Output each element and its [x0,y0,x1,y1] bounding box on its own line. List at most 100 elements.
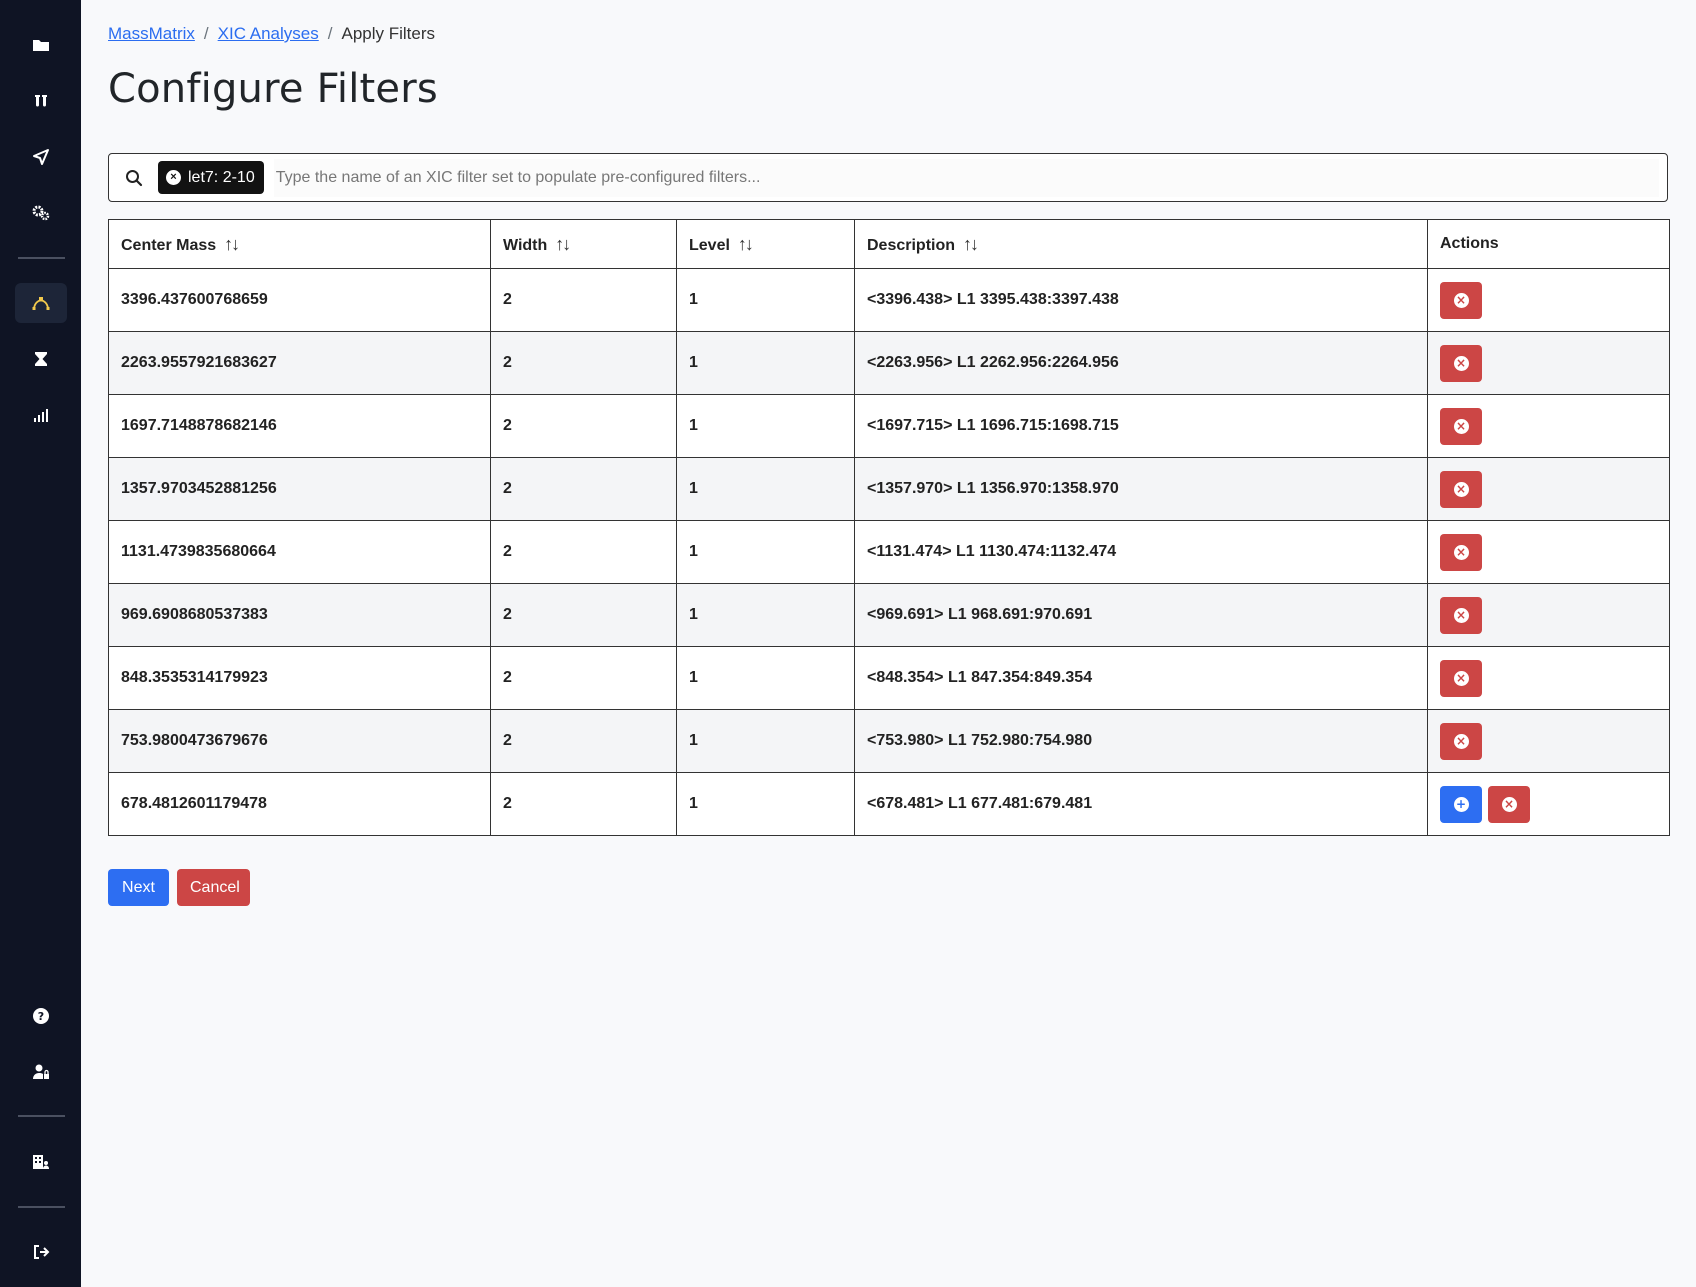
table-header-row: Center Mass ↑↓ Width ↑↓ Level ↑↓ Descriptio… [108,219,1670,269]
cell-level: 1 [676,772,855,836]
cell-actions: × [1427,268,1670,332]
chip-label: let7: 2-10 [188,168,255,186]
next-button[interactable]: Next [108,869,169,906]
filter-set-search[interactable]: × let7: 2-10 [108,153,1668,202]
cell-width: 2 [490,394,677,458]
cell-center-mass: 3396.437600768659 [108,268,491,332]
remove-filter-button[interactable]: × [1440,659,1482,697]
x-circle-icon: × [1453,355,1469,371]
cell-description: <1131.474> L1 1130.474:1132.474 [854,520,1428,584]
cell-actions: × [1427,394,1670,458]
remove-filter-button[interactable]: × [1440,407,1482,445]
x-circle-icon: × [1453,481,1469,497]
x-circle-icon: × [1453,733,1469,749]
building-user-icon[interactable] [15,1142,67,1182]
breadcrumb-link-massmatrix[interactable]: MassMatrix [108,24,195,44]
test-tubes-icon[interactable] [15,81,67,121]
cell-level: 1 [676,268,855,332]
table-row: 848.3535314179923 2 1 <848.354> L1 847.354:… [108,646,1670,710]
remove-filter-button[interactable]: × [1440,281,1482,319]
table-row: 678.4812601179478 2 1 <678.481> L1 677.481:… [108,772,1670,836]
signal-icon[interactable] [15,395,67,435]
breadcrumb-separator: / [327,24,333,43]
x-circle-icon: × [1453,418,1469,434]
cell-description: <678.481> L1 677.481:679.481 [854,772,1428,836]
send-icon[interactable] [15,137,67,177]
cell-level: 1 [676,520,855,584]
cell-actions: × [1427,457,1670,521]
chip-remove-icon[interactable]: × [166,170,181,185]
page-title: Configure Filters [108,66,438,112]
cell-width: 2 [490,709,677,773]
cell-actions: × [1427,520,1670,584]
search-icon [126,169,143,186]
breadcrumb-current: Apply Filters [341,24,436,43]
column-header-label: Level [689,236,730,254]
search-input[interactable] [273,158,1659,197]
gears-icon[interactable] [15,193,67,233]
remove-filter-button[interactable]: × [1440,533,1482,571]
table-row: 969.6908680537383 2 1 <969.691> L1 968.691:… [108,583,1670,647]
x-circle-icon: × [1453,670,1469,686]
cell-description: <753.980> L1 752.980:754.980 [854,709,1428,773]
column-header-description[interactable]: Description ↑↓ [854,219,1428,269]
sort-icon[interactable]: ↑↓ [963,234,979,255]
cell-description: <2263.956> L1 2262.956:2264.956 [854,331,1428,395]
table-row: 1357.9703452881256 2 1 <1357.970> L1 1356.9… [108,457,1670,521]
sort-icon[interactable]: ↑↓ [555,234,571,255]
remove-filter-button[interactable]: × [1440,596,1482,634]
column-header-width[interactable]: Width ↑↓ [490,219,677,269]
sidebar-divider [18,1206,65,1208]
table-row: 1131.4739835680664 2 1 <1131.474> L1 1130.4… [108,520,1670,584]
help-icon[interactable]: ? [15,996,67,1036]
plus-circle-icon: + [1453,796,1469,812]
cell-description: <848.354> L1 847.354:849.354 [854,646,1428,710]
cell-level: 1 [676,331,855,395]
sidebar-divider [18,1115,65,1117]
column-header-level[interactable]: Level ↑↓ [676,219,855,269]
hourglass-icon[interactable] [15,339,67,379]
sort-icon[interactable]: ↑↓ [224,234,240,255]
remove-filter-button[interactable]: × [1488,785,1530,823]
cell-actions: × [1427,709,1670,773]
cell-level: 1 [676,394,855,458]
svg-text:?: ? [38,1010,44,1023]
add-filter-button[interactable]: + [1440,785,1482,823]
cell-level: 1 [676,457,855,521]
filters-table-body: 3396.437600768659 2 1 <3396.438> L1 3395.43… [108,268,1670,836]
breadcrumb-link-xic-analyses[interactable]: XIC Analyses [218,24,319,44]
breadcrumb: MassMatrix / XIC Analyses / Apply Filter… [108,24,435,44]
cell-width: 2 [490,646,677,710]
cell-width: 2 [490,520,677,584]
cell-center-mass: 678.4812601179478 [108,772,491,836]
folder-icon[interactable] [15,25,67,65]
cell-center-mass: 1697.7148878682146 [108,394,491,458]
bezier-curve-icon[interactable] [15,283,67,323]
sidebar-divider [18,257,65,259]
sort-icon[interactable]: ↑↓ [738,234,754,255]
cell-level: 1 [676,646,855,710]
cell-center-mass: 848.3535314179923 [108,646,491,710]
remove-filter-button[interactable]: × [1440,470,1482,508]
logout-icon[interactable] [15,1232,67,1272]
user-lock-icon[interactable] [15,1052,67,1092]
column-header-center-mass[interactable]: Center Mass ↑↓ [108,219,491,269]
cell-description: <3396.438> L1 3395.438:3397.438 [854,268,1428,332]
cell-width: 2 [490,331,677,395]
cell-width: 2 [490,457,677,521]
remove-filter-button[interactable]: × [1440,344,1482,382]
remove-filter-button[interactable]: × [1440,722,1482,760]
cell-center-mass: 969.6908680537383 [108,583,491,647]
filters-table-container: Center Mass ↑↓ Width ↑↓ Level ↑↓ Descriptio… [108,219,1670,836]
cancel-button[interactable]: Cancel [177,869,250,906]
x-circle-icon: × [1453,292,1469,308]
table-row: 1697.7148878682146 2 1 <1697.715> L1 1696.7… [108,394,1670,458]
x-circle-icon: × [1453,607,1469,623]
breadcrumb-separator: / [203,24,209,43]
cell-center-mass: 1131.4739835680664 [108,520,491,584]
cell-actions: × [1427,331,1670,395]
table-row: 3396.437600768659 2 1 <3396.438> L1 3395.43… [108,268,1670,332]
cell-actions: + × [1427,772,1670,836]
cell-level: 1 [676,583,855,647]
filters-table: Center Mass ↑↓ Width ↑↓ Level ↑↓ Descriptio… [108,219,1670,836]
